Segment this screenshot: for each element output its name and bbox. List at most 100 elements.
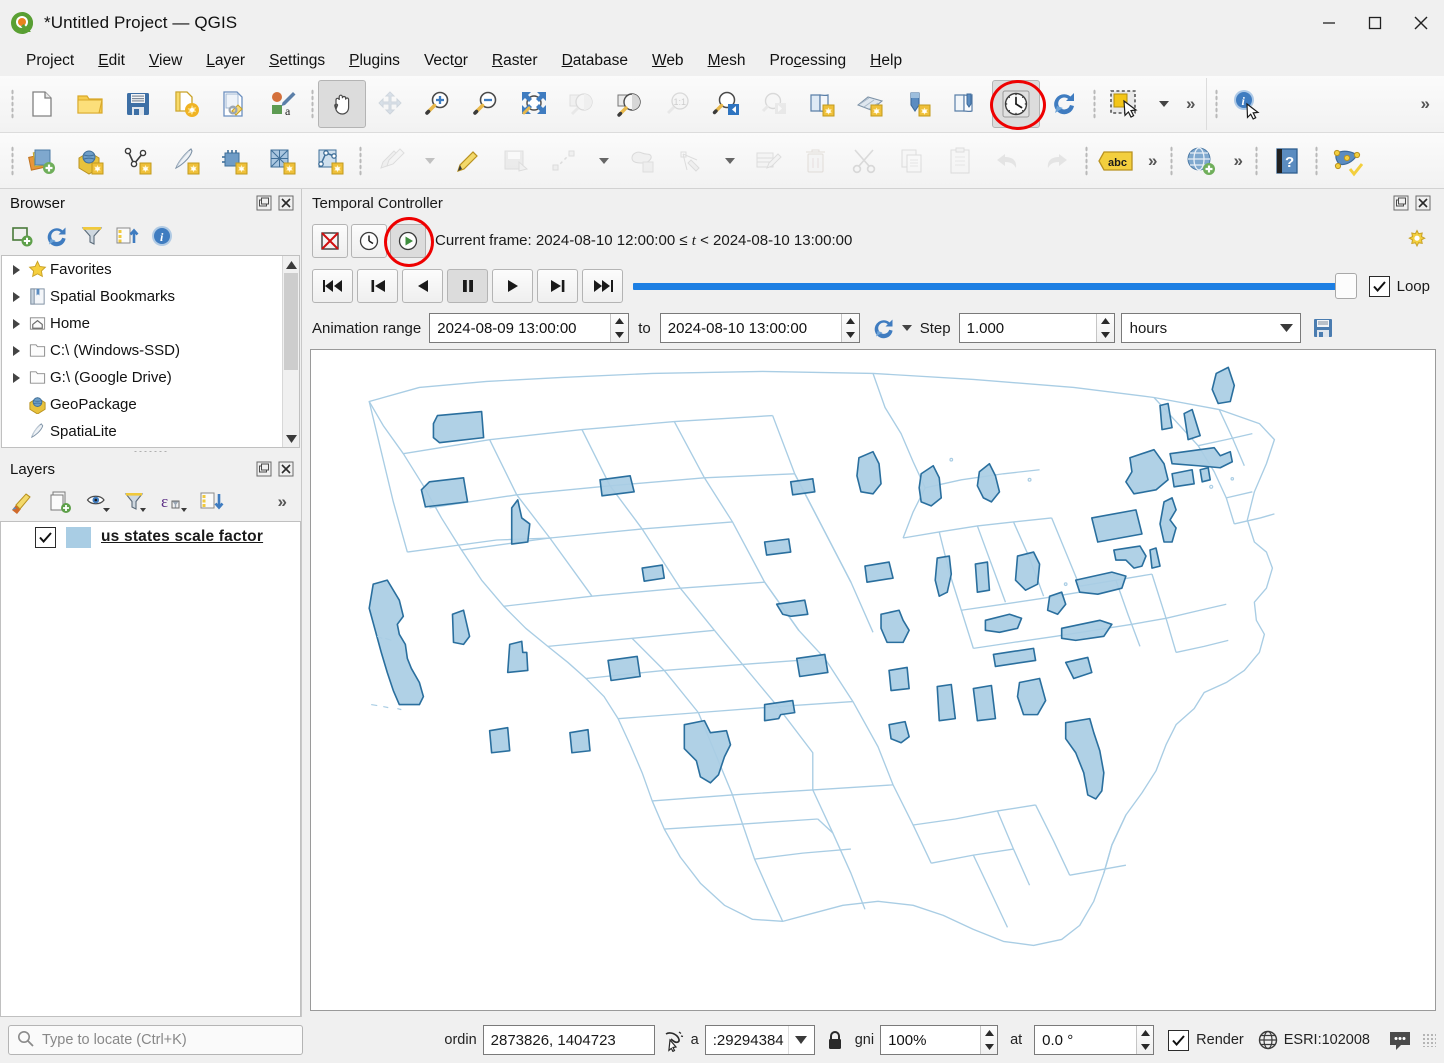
redo-icon[interactable] xyxy=(1032,137,1080,185)
spin-down[interactable] xyxy=(611,328,628,342)
range-start-input[interactable] xyxy=(430,314,610,342)
toolbar-grip-4[interactable] xyxy=(1210,87,1222,121)
current-edits-icon[interactable] xyxy=(366,137,414,185)
expand-arrow-icon[interactable] xyxy=(8,346,24,356)
magnifier-input[interactable] xyxy=(881,1026,980,1054)
animation-range-start-field[interactable] xyxy=(429,313,629,343)
list-item[interactable]: us states scale factor xyxy=(1,522,300,552)
browser-item-geopackage[interactable]: GeoPackage xyxy=(2,391,299,418)
layer-name-label[interactable]: us states scale factor xyxy=(101,528,263,546)
zoom-next-icon[interactable] xyxy=(750,80,798,128)
slider-track[interactable] xyxy=(633,283,1357,290)
refresh-icon[interactable] xyxy=(1040,80,1088,128)
fixed-range-icon[interactable] xyxy=(351,224,387,258)
open-data-source-manager-icon[interactable] xyxy=(18,137,66,185)
select-features-dropdown[interactable] xyxy=(1148,80,1178,128)
open-layer-styling-panel-icon[interactable] xyxy=(8,488,36,516)
animation-range-end-field[interactable] xyxy=(660,313,860,343)
toggle-extents-icon[interactable] xyxy=(661,1028,685,1052)
browser-item-postgresql[interactable]: PostgreSQL xyxy=(2,445,299,448)
open-project-icon[interactable] xyxy=(66,80,114,128)
menu-mesh[interactable]: Mesh xyxy=(696,49,758,73)
new-print-layout-icon[interactable] xyxy=(162,80,210,128)
toolbar2-grip-6[interactable] xyxy=(1311,144,1323,178)
step-value-field[interactable] xyxy=(959,313,1115,343)
layers-overflow-icon[interactable]: » xyxy=(270,492,295,512)
crs-value[interactable]: ESRI:102008 xyxy=(1284,1032,1370,1048)
magnifier-spinner[interactable] xyxy=(980,1026,997,1054)
spin-down[interactable] xyxy=(1137,1040,1153,1054)
browser-item-spatial-bookmarks[interactable]: Spatial Bookmarks xyxy=(2,283,299,310)
animation-slider[interactable] xyxy=(633,269,1357,303)
export-animation-button[interactable] xyxy=(1309,314,1337,342)
toolbar2-grip-5[interactable] xyxy=(1251,144,1263,178)
new-geopackage-layer-icon[interactable] xyxy=(66,137,114,185)
toggle-editing-icon[interactable] xyxy=(444,137,492,185)
show-layout-manager-icon[interactable]: a xyxy=(258,80,306,128)
new-project-icon[interactable] xyxy=(18,80,66,128)
menu-vector[interactable]: Vector xyxy=(412,49,480,73)
browser-item-home[interactable]: Home xyxy=(2,310,299,337)
menu-layer[interactable]: Layer xyxy=(194,49,257,73)
new-map-view-icon[interactable] xyxy=(798,80,846,128)
add-group-icon[interactable] xyxy=(46,488,74,516)
spin-up[interactable] xyxy=(842,314,859,328)
zoom-in-icon[interactable] xyxy=(414,80,462,128)
temporal-float-button[interactable] xyxy=(1392,194,1410,212)
spin-down[interactable] xyxy=(981,1040,997,1054)
toolbar-grip-2[interactable] xyxy=(306,87,318,121)
toolbar2-overflow-2[interactable]: » xyxy=(1225,151,1250,171)
browser-close-button[interactable] xyxy=(277,194,295,212)
minimize-button[interactable] xyxy=(1306,0,1352,46)
cut-features-icon[interactable] xyxy=(840,137,888,185)
render-control[interactable]: Render xyxy=(1168,1030,1244,1051)
step-unit-combo[interactable]: hours xyxy=(1121,313,1301,343)
spin-down[interactable] xyxy=(842,328,859,342)
menu-settings[interactable]: Settings xyxy=(257,49,337,73)
menu-edit[interactable]: Edit xyxy=(86,49,137,73)
browser-tree[interactable]: Favorites Spatial Bookmarks Home C:\ (Wi… xyxy=(1,255,300,448)
add-polygon-feature-icon[interactable] xyxy=(618,137,666,185)
expand-arrow-icon[interactable] xyxy=(8,373,24,383)
messages-icon[interactable] xyxy=(1388,1029,1412,1051)
toolbar2-grip[interactable] xyxy=(6,144,18,178)
menu-raster[interactable]: Raster xyxy=(480,49,550,73)
menu-view[interactable]: View xyxy=(137,49,194,73)
magnifier-field[interactable] xyxy=(880,1025,998,1055)
expand-arrow-icon[interactable] xyxy=(8,292,24,302)
expand-arrow-icon[interactable] xyxy=(8,265,24,275)
globe-icon[interactable] xyxy=(1258,1030,1278,1050)
save-layer-edits-icon[interactable] xyxy=(492,137,540,185)
chevron-down-icon[interactable] xyxy=(1274,324,1300,332)
manage-map-themes-icon[interactable] xyxy=(84,488,112,516)
menu-web[interactable]: Web xyxy=(640,49,696,73)
layer-visibility-checkbox[interactable] xyxy=(35,527,56,548)
temporal-controller-icon[interactable] xyxy=(992,80,1040,128)
toolbar2-overflow-1[interactable]: » xyxy=(1140,151,1165,171)
scale-combo[interactable]: :29294384 xyxy=(705,1025,815,1055)
help-icon[interactable]: ? xyxy=(1263,137,1311,185)
spin-up[interactable] xyxy=(1097,314,1114,328)
pan-to-selection-icon[interactable] xyxy=(366,80,414,128)
zoom-full-icon[interactable] xyxy=(510,80,558,128)
pause-button[interactable] xyxy=(447,269,488,303)
menu-processing[interactable]: Processing xyxy=(757,49,858,73)
toolbar-overflow-1[interactable]: » xyxy=(1178,94,1203,114)
menu-database[interactable]: Database xyxy=(550,49,640,73)
zoom-to-selection-icon[interactable] xyxy=(558,80,606,128)
copy-features-icon[interactable] xyxy=(888,137,936,185)
zoom-out-icon[interactable] xyxy=(462,80,510,128)
current-edits-dropdown[interactable] xyxy=(414,137,444,185)
range-end-spinner[interactable] xyxy=(841,314,859,342)
slider-handle[interactable] xyxy=(1335,273,1357,299)
render-checkbox[interactable] xyxy=(1168,1030,1189,1051)
select-features-icon[interactable] xyxy=(1100,80,1148,128)
layers-float-button[interactable] xyxy=(255,460,273,478)
animated-temporal-navigation-icon[interactable] xyxy=(390,224,426,258)
label-abc-icon[interactable]: abc xyxy=(1092,137,1140,185)
add-layer-icon[interactable] xyxy=(8,222,36,250)
undo-icon[interactable] xyxy=(984,137,1032,185)
coordinate-field[interactable]: 2873826, 1404723 xyxy=(483,1025,655,1055)
browser-item-drive-c[interactable]: C:\ (Windows-SSD) xyxy=(2,337,299,364)
save-project-icon[interactable] xyxy=(114,80,162,128)
